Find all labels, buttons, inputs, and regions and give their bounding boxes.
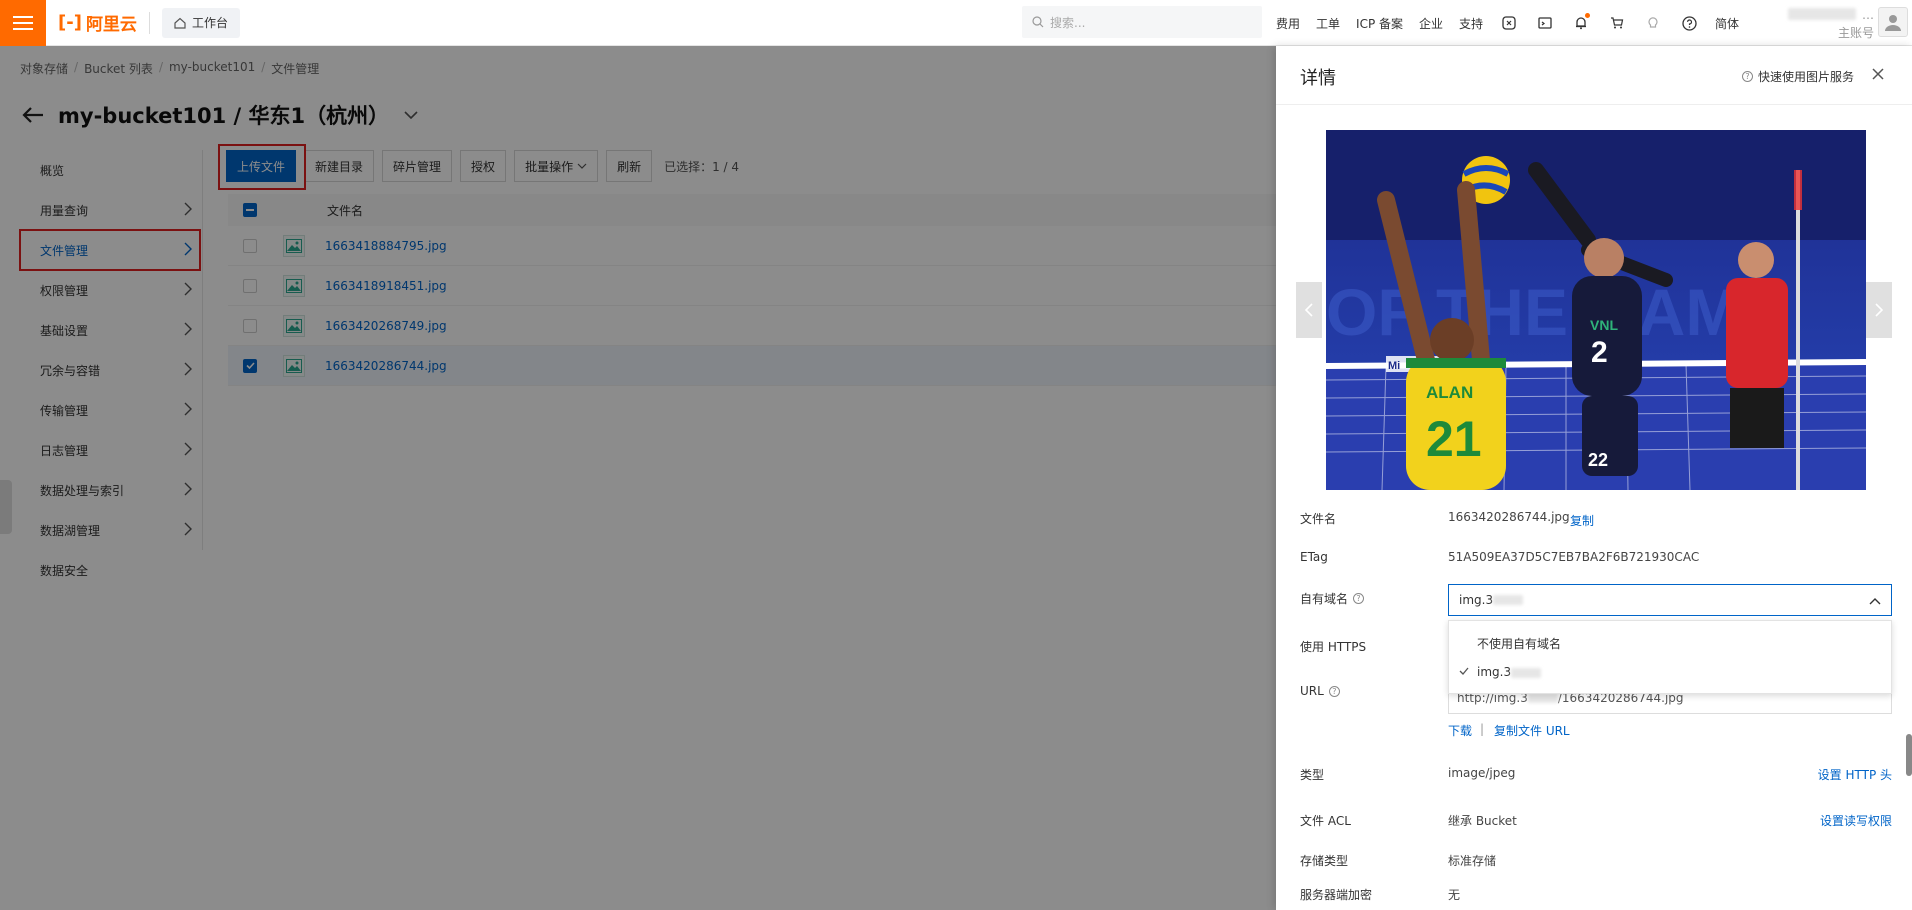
- quick-image-service-link[interactable]: ? 快速使用图片服务: [1741, 68, 1854, 85]
- acl-value: 继承 Bucket: [1448, 814, 1517, 828]
- search-placeholder: 搜索...: [1050, 15, 1086, 30]
- chevron-left-icon: [1305, 303, 1313, 317]
- aliyun-logo-text: 阿里云: [85, 15, 137, 35]
- nav-billing[interactable]: 费用: [1276, 15, 1300, 32]
- nav-tickets[interactable]: 工单: [1316, 15, 1340, 32]
- cart-icon[interactable]: [1607, 13, 1627, 33]
- copy-url-link[interactable]: 复制文件 URL: [1494, 722, 1570, 739]
- type-value: image/jpeg: [1448, 766, 1516, 780]
- etag-label: ETag: [1300, 550, 1328, 564]
- encryption-value: 无: [1448, 888, 1461, 902]
- chevron-up-icon: [1869, 598, 1881, 605]
- image-preview: OF THE GAME Mi VNL 2 22 ALAN 21: [1326, 130, 1866, 490]
- panel-divider: [1276, 104, 1912, 105]
- close-icon[interactable]: [1872, 64, 1884, 85]
- url-label: URL?: [1300, 684, 1340, 698]
- help-circle-icon[interactable]: ?: [1328, 685, 1340, 697]
- workbench-button[interactable]: 工作台: [161, 7, 240, 38]
- https-label: 使用 HTTPS: [1300, 640, 1367, 654]
- storage-class-value: 标准存储: [1448, 854, 1497, 868]
- details-panel: 详情 ? 快速使用图片服务 OF THE GAME Mi VNL 2 22 AL…: [1276, 46, 1912, 910]
- prev-image-button[interactable]: [1296, 282, 1322, 338]
- redacted-text: [1511, 667, 1542, 678]
- mid-jersey-number: 2: [1591, 336, 1608, 369]
- notification-dot: [1585, 13, 1591, 18]
- search-icon: [1032, 16, 1044, 28]
- help-icon[interactable]: [1679, 13, 1699, 33]
- divider: [148, 11, 150, 34]
- banner-text: OF THE GAME: [1326, 275, 1784, 349]
- aliyun-logo[interactable]: [-] 阿里云: [58, 10, 137, 35]
- custom-domain-selected: img.3: [1459, 593, 1494, 607]
- scrollbar[interactable]: [1906, 734, 1912, 776]
- panel-title: 详情: [1300, 68, 1336, 89]
- modal-overlay[interactable]: [0, 46, 1276, 910]
- download-link[interactable]: 下载: [1448, 722, 1472, 739]
- filename-label: 文件名: [1300, 512, 1337, 526]
- nav-icp[interactable]: ICP 备案: [1356, 15, 1403, 32]
- copy-filename-link[interactable]: 复制: [1570, 512, 1594, 529]
- encryption-label: 服务器端加密: [1300, 888, 1373, 902]
- custom-domain-select[interactable]: img.3: [1448, 584, 1892, 616]
- check-icon: [1459, 667, 1469, 675]
- global-search-input[interactable]: 搜索...: [1022, 6, 1262, 38]
- bell-icon[interactable]: [1571, 13, 1591, 33]
- net-banner-text: Mi: [1388, 360, 1400, 372]
- help-circle-icon: ?: [1741, 71, 1753, 82]
- filename-value: 1663420286744.jpg: [1448, 510, 1570, 524]
- left-jersey-number: 21: [1426, 411, 1482, 467]
- etag-value: 51A509EA37D5C7EB7BA2F6B721930CAC: [1448, 550, 1700, 564]
- account-name-redacted: [1788, 8, 1856, 20]
- account-type: 主账号: [1837, 26, 1874, 40]
- dropdown-option-img[interactable]: img.3: [1477, 665, 1542, 679]
- dropdown-option-img-label: img.3: [1477, 665, 1512, 679]
- nav-enterprise[interactable]: 企业: [1419, 15, 1443, 32]
- custom-domain-dropdown: 不使用自有域名 img.3: [1448, 620, 1892, 694]
- custom-domain-text: 自有域名: [1300, 592, 1349, 606]
- set-http-header-link[interactable]: 设置 HTTP 头: [1818, 766, 1892, 783]
- chevron-right-icon: [1875, 303, 1883, 317]
- next-image-button[interactable]: [1866, 282, 1892, 338]
- aliyun-logo-mark: [-]: [58, 12, 82, 33]
- dropdown-option-none[interactable]: 不使用自有域名: [1477, 635, 1561, 652]
- volleyball-photo: OF THE GAME Mi VNL 2 22 ALAN 21: [1326, 130, 1866, 490]
- nav-support[interactable]: 支持: [1459, 15, 1483, 32]
- redacted-text: [1527, 693, 1558, 703]
- lightbulb-icon[interactable]: [1643, 13, 1663, 33]
- terminal-icon[interactable]: [1535, 13, 1555, 33]
- top-nav: 费用 工单 ICP 备案 企业 支持 简体: [1276, 0, 1755, 46]
- home-icon: [174, 17, 186, 29]
- jersey-mark-text: VNL: [1590, 317, 1618, 333]
- account-name: …: [1862, 8, 1874, 22]
- acl-label: 文件 ACL: [1300, 814, 1351, 828]
- right-jersey-number: 22: [1588, 450, 1608, 470]
- avatar[interactable]: [1878, 7, 1908, 37]
- link-separator: |: [1480, 722, 1485, 736]
- workbench-label: 工作台: [191, 16, 228, 30]
- language-switch[interactable]: 简体: [1715, 15, 1739, 32]
- type-label: 类型: [1300, 768, 1325, 782]
- help-circle-icon[interactable]: ?: [1353, 593, 1365, 604]
- url-label-text: URL: [1300, 684, 1324, 698]
- redacted-text: [1493, 595, 1524, 605]
- left-jersey-name: ALAN: [1426, 383, 1473, 402]
- set-acl-link[interactable]: 设置读写权限: [1820, 812, 1892, 829]
- menu-icon[interactable]: [0, 0, 46, 46]
- quick-image-service-label: 快速使用图片服务: [1757, 70, 1854, 84]
- account-info[interactable]: … 主账号: [1786, 4, 1874, 42]
- app-icon[interactable]: [1499, 13, 1519, 33]
- user-avatar-icon: [1885, 15, 1901, 31]
- custom-domain-label: 自有域名?: [1300, 590, 1365, 607]
- storage-class-label: 存储类型: [1300, 854, 1349, 868]
